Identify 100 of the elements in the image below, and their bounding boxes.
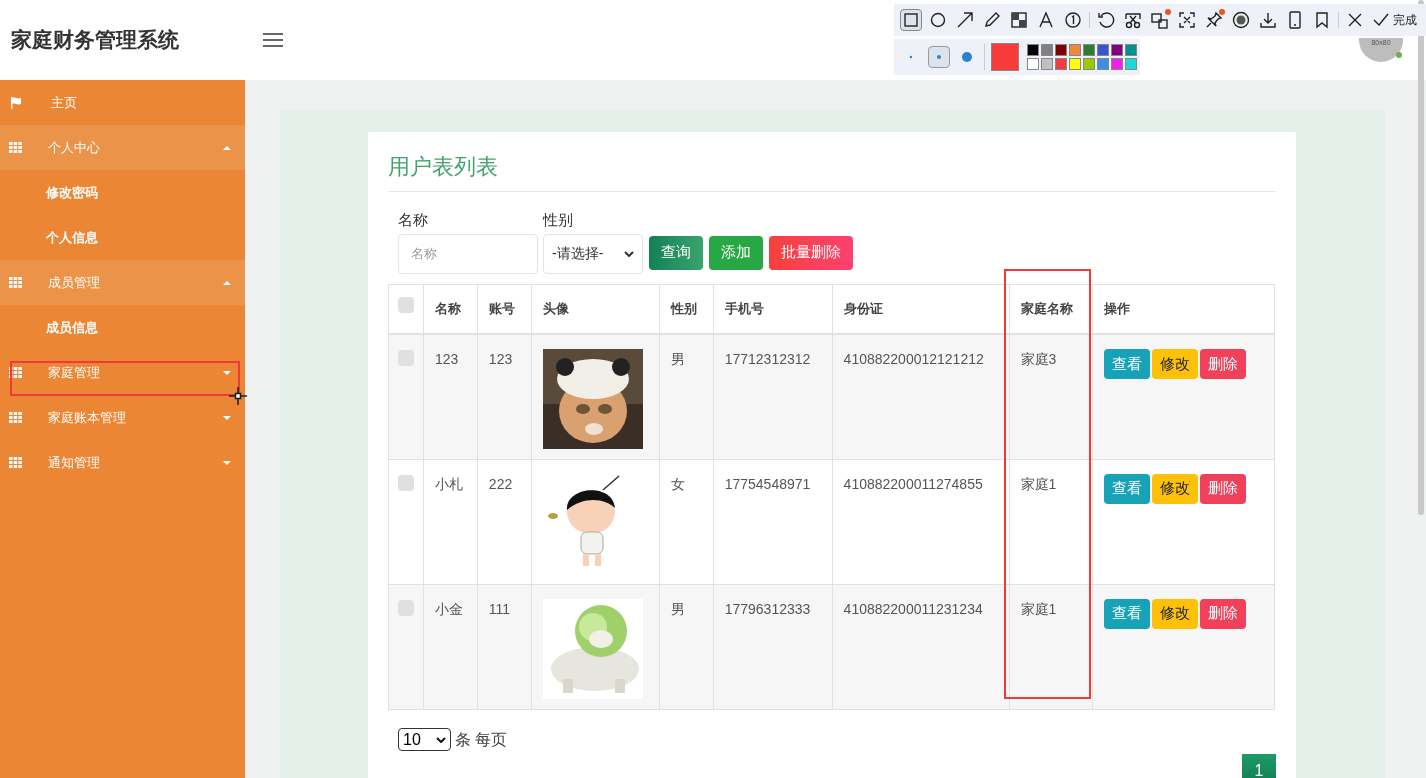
table-cell: 410882200011274855 <box>843 475 983 492</box>
table-cell: 家庭1 <box>1020 475 1057 492</box>
page-button[interactable]: 1 <box>1242 753 1276 778</box>
caret-icon <box>223 460 231 465</box>
column-header: 账号 <box>488 301 515 316</box>
numbered-marker-tool-button[interactable] <box>1062 9 1084 31</box>
pencil-icon <box>982 11 1002 29</box>
color-swatch[interactable] <box>1097 44 1109 56</box>
field-label: 名称 <box>398 210 429 230</box>
sidebar-subitem[interactable]: 成员信息 <box>0 305 245 350</box>
edit-button[interactable]: 修改 <box>1152 598 1199 629</box>
delete-button[interactable]: 删除 <box>1200 349 1247 379</box>
circle-tool-icon <box>928 11 948 29</box>
table-cell: 123 <box>488 351 513 367</box>
delete-button[interactable]: 删除 <box>1200 598 1247 629</box>
scan-icon <box>1177 11 1197 29</box>
table-cell: 111 <box>488 600 511 617</box>
gender-select[interactable]: -请选择- <box>543 233 643 274</box>
color-swatch[interactable] <box>1027 44 1039 56</box>
color-swatch[interactable] <box>1111 58 1123 70</box>
sidebar-subitem[interactable]: 个人信息 <box>0 215 245 260</box>
table-cell: 410882200012121212 <box>843 351 984 367</box>
sidebar-item[interactable]: 主页 <box>0 80 245 125</box>
caret-icon <box>223 415 231 420</box>
batch-delete-button[interactable]: 批量删除 <box>769 235 853 270</box>
arrow-tool-icon <box>955 11 975 29</box>
color-swatch[interactable] <box>1055 44 1067 56</box>
name-field[interactable]: 名称 <box>398 233 538 274</box>
color-swatch[interactable] <box>1083 58 1095 70</box>
scissors-icon <box>1123 11 1143 29</box>
edit-button[interactable]: 修改 <box>1152 473 1199 504</box>
menu-icon[interactable] <box>263 32 283 48</box>
color-swatch[interactable] <box>1083 44 1095 56</box>
grid-icon <box>9 457 22 468</box>
query-button[interactable]: 查询 <box>649 235 703 270</box>
column-header: 操作 <box>1104 301 1131 316</box>
sidebar-item[interactable]: 家庭账本管理 <box>0 395 245 440</box>
crosshair-cursor-icon <box>229 387 247 405</box>
flag-icon <box>10 96 22 109</box>
scrollbar-thumb[interactable] <box>1418 0 1424 515</box>
color-swatch[interactable] <box>1125 44 1137 56</box>
sidebar-subitem[interactable]: 修改密码 <box>0 170 245 215</box>
brush-size-button[interactable] <box>928 46 950 68</box>
rectangle-tool-tool-button[interactable] <box>900 9 922 31</box>
sidebar-item[interactable]: 个人中心 <box>0 125 245 170</box>
color-swatch[interactable] <box>1125 58 1137 70</box>
view-button[interactable]: 查看 <box>1104 598 1151 629</box>
sidebar-item[interactable]: 通知管理 <box>0 440 245 485</box>
view-button[interactable]: 查看 <box>1104 473 1151 504</box>
mosaic-tool-button[interactable] <box>1008 9 1030 31</box>
color-swatch[interactable] <box>1069 58 1081 70</box>
record-tool-button[interactable] <box>1230 9 1252 31</box>
delete-button[interactable]: 删除 <box>1200 473 1247 504</box>
numbered-marker-icon <box>1063 11 1083 29</box>
table-cell: 家庭1 <box>1020 600 1057 617</box>
column-header: 手机号 <box>724 301 764 316</box>
scan-tool-button[interactable] <box>1176 9 1198 31</box>
table-cell: 家庭3 <box>1020 351 1057 367</box>
page-title: 用户表列表 <box>388 150 1276 192</box>
column-header: 家庭名称 <box>1020 301 1073 316</box>
download-icon <box>1258 11 1278 29</box>
record-icon <box>1231 11 1251 29</box>
page-size-select[interactable]: 10 <box>398 728 451 751</box>
color-swatch[interactable] <box>1027 58 1039 70</box>
done-button[interactable]: 完成 <box>1371 9 1418 31</box>
sidebar-item[interactable]: 成员管理 <box>0 260 245 305</box>
pin-icon <box>1204 11 1224 29</box>
grid-icon <box>9 412 22 423</box>
current-color-swatch[interactable] <box>991 43 1019 71</box>
caret-icon <box>223 280 231 285</box>
table-cell: 17796312333 <box>724 600 811 617</box>
chevron-down-icon <box>436 736 446 743</box>
color-swatch[interactable] <box>1111 44 1123 56</box>
color-swatch[interactable] <box>1041 58 1053 70</box>
caret-icon <box>223 145 231 150</box>
color-swatch[interactable] <box>1097 58 1109 70</box>
view-button[interactable]: 查看 <box>1104 349 1151 379</box>
grid-icon <box>9 142 22 153</box>
column-header: 头像 <box>542 301 569 316</box>
table-cell: 410882200011231234 <box>843 600 983 617</box>
undo-tool-button[interactable] <box>1095 9 1117 31</box>
table-cell: 小札 <box>434 475 463 492</box>
edit-button[interactable]: 修改 <box>1152 349 1199 379</box>
row-checkbox[interactable] <box>397 474 414 491</box>
grid-icon <box>9 277 22 288</box>
table-cell: 123 <box>434 351 459 367</box>
color-swatch[interactable] <box>1041 44 1053 56</box>
select-all-checkbox[interactable] <box>397 296 414 313</box>
text-tool-icon <box>1036 11 1056 29</box>
table-cell: 222 <box>488 475 513 492</box>
add-button[interactable]: 添加 <box>709 235 763 270</box>
color-swatch[interactable] <box>1069 44 1081 56</box>
field-label: 性别 <box>543 210 574 230</box>
chevron-down-icon <box>624 250 634 257</box>
sidebar-item[interactable]: 家庭管理 <box>0 350 245 395</box>
color-swatch[interactable] <box>1055 58 1067 70</box>
table-cell: 男 <box>670 600 685 617</box>
page-size-label: 条 每页 <box>455 729 508 750</box>
caret-icon <box>223 370 231 375</box>
mosaic-icon <box>1009 11 1029 29</box>
